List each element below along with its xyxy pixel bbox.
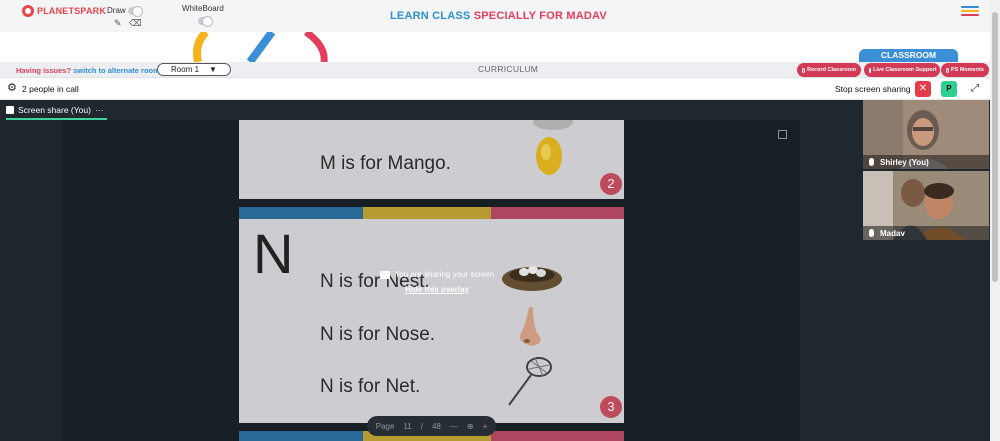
- share-tab-row: Screen share (You) ···: [0, 100, 990, 120]
- screen-share-icon: [379, 270, 390, 279]
- participant-name: Shirley (You): [880, 157, 929, 167]
- mic-icon: [869, 229, 874, 237]
- gear-icon[interactable]: ⚙: [7, 83, 17, 94]
- hamburger-icon[interactable]: [961, 6, 979, 18]
- page-scrollbar[interactable]: [990, 0, 1000, 441]
- moments-icon: [946, 67, 949, 73]
- stop-sharing-button[interactable]: ✕: [915, 81, 931, 97]
- zoom-in-icon[interactable]: ⊕: [467, 422, 474, 431]
- draw-label: Draw: [107, 6, 126, 15]
- page-separator: /: [420, 421, 423, 431]
- people-count: 2 people in call: [22, 84, 79, 94]
- page-total: 48: [431, 421, 441, 431]
- participant-name: Madav: [880, 228, 905, 238]
- issues-text: Having issues?: [16, 66, 72, 75]
- eraser-icon[interactable]: ⌫: [129, 18, 142, 29]
- screen-share-icon: [6, 106, 14, 114]
- title-part-2: SPECIALLY FOR MADAV: [473, 10, 607, 22]
- page-control: Page 11 / 48 — ⊕ +: [367, 416, 496, 436]
- video-tile-madav[interactable]: Madav: [863, 171, 989, 240]
- participant-avatar[interactable]: P: [941, 81, 957, 97]
- alternate-room-link[interactable]: switch to alternate room: [73, 66, 160, 75]
- expand-icon[interactable]: ⤢: [967, 81, 983, 97]
- curriculum-tab[interactable]: CURRICULUM: [478, 64, 538, 74]
- hide-overlay-link[interactable]: Hide this overlay: [372, 285, 502, 294]
- sharing-overlay: You are sharing your screen Hide this ov…: [372, 270, 502, 294]
- page-title: LEARN CLASS SPECIALLY FOR MADAV: [390, 10, 607, 22]
- stop-sharing-label: Stop screen sharing: [835, 84, 911, 94]
- zoom-out-button[interactable]: —: [450, 422, 458, 431]
- brand-logo[interactable]: PLANETSPARK: [22, 5, 106, 17]
- more-options-icon[interactable]: ···: [95, 105, 104, 115]
- caret-down-icon: ▼: [209, 65, 217, 74]
- whiteboard-label: WhiteBoard: [182, 4, 224, 13]
- page-label: Page: [375, 421, 395, 431]
- popout-icon[interactable]: [778, 130, 787, 139]
- screen-share-tab[interactable]: Screen share (You) ···: [6, 102, 108, 120]
- tile-label: Madav: [863, 226, 989, 240]
- app-root: PLANETSPARK Draw ✎ ⌫ WhiteBoard LEARN CL…: [0, 0, 1000, 441]
- screen-share-tab-label: Screen share (You): [18, 105, 91, 115]
- video-tile-shirley[interactable]: Shirley (You): [863, 100, 989, 169]
- logo-mark-icon: [22, 5, 34, 17]
- whiteboard-toggle[interactable]: [198, 16, 213, 27]
- logo-text: PLANETSPARK: [37, 6, 107, 16]
- title-part-1: LEARN CLASS: [390, 10, 471, 22]
- record-label: Record Classroom: [807, 67, 856, 73]
- pencil-icon[interactable]: ✎: [114, 18, 122, 29]
- record-classroom-button[interactable]: Record Classroom: [797, 63, 861, 77]
- issues-notice: Having issues? switch to alternate room: [16, 66, 160, 75]
- mic-icon: [869, 158, 874, 166]
- page-current[interactable]: 11: [403, 422, 411, 431]
- scrollbar-thumb[interactable]: [992, 12, 998, 282]
- close-icon: ✕: [918, 83, 928, 94]
- top-bar: PLANETSPARK Draw ✎ ⌫ WhiteBoard LEARN CL…: [0, 0, 1000, 32]
- draw-toggle[interactable]: [128, 6, 143, 17]
- screen-share-stage: Screen share (You) ··· M is for Mango. 2: [0, 100, 990, 441]
- tile-label: Shirley (You): [863, 155, 989, 169]
- moments-label: PS Moments: [950, 67, 984, 73]
- record-icon: [802, 67, 806, 73]
- left-panel: [0, 120, 62, 441]
- call-bar: ⚙ 2 people in call Stop screen sharing ✕…: [0, 78, 1000, 100]
- support-icon: [869, 67, 871, 73]
- room-select[interactable]: Room 1 ▼: [157, 63, 231, 76]
- live-support-button[interactable]: Live Classroom Support: [864, 63, 940, 77]
- next-button[interactable]: +: [483, 422, 488, 431]
- decorative-band: [0, 32, 1000, 62]
- support-label: Live Classroom Support: [873, 67, 937, 73]
- sharing-message: You are sharing your screen: [394, 270, 495, 279]
- ps-moments-button[interactable]: PS Moments: [941, 63, 989, 77]
- decorative-arcs: [193, 32, 328, 62]
- room-select-value: Room 1: [171, 65, 200, 74]
- classroom-tab[interactable]: CLASSROOM: [859, 49, 958, 62]
